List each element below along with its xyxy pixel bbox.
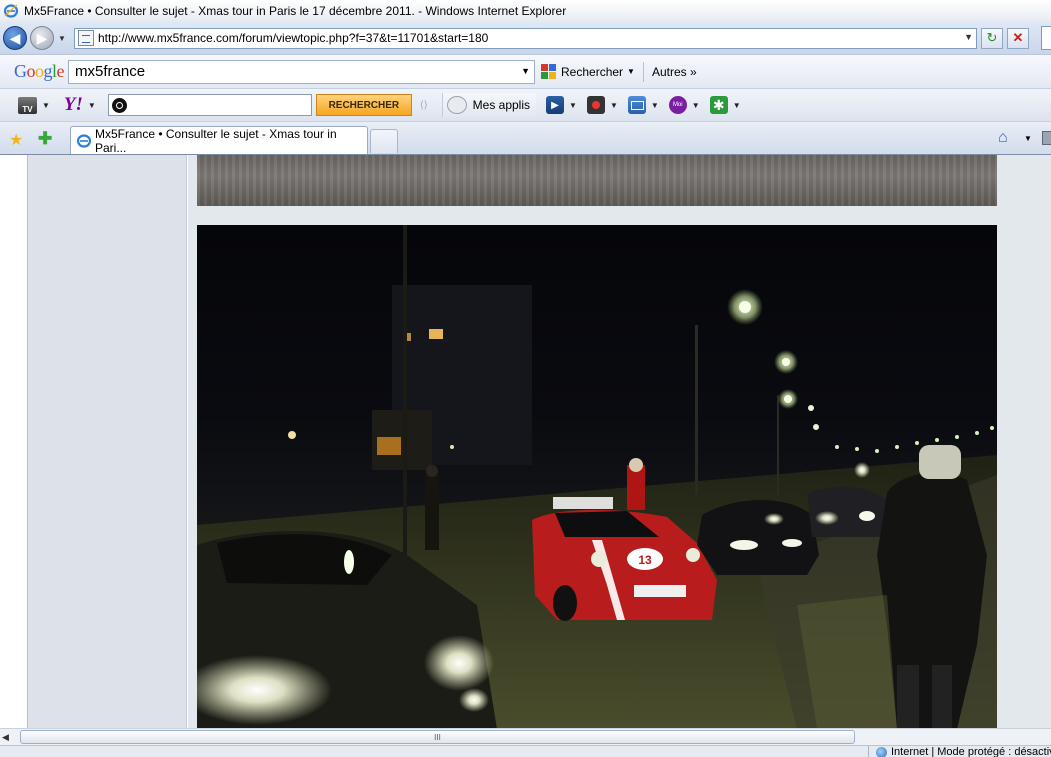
- horizontal-scrollbar[interactable]: ◀ III: [0, 728, 1051, 745]
- page-left-margin: [0, 155, 28, 728]
- address-bar-row: ◀ ▶ ▼ http://www.mx5france.com/forum/vie…: [0, 22, 1051, 54]
- new-tab-button[interactable]: [370, 129, 398, 153]
- toolbar-divider: [642, 61, 644, 82]
- stop-icon[interactable]: ✕: [1007, 27, 1029, 49]
- favorites-star-icon[interactable]: ★: [9, 130, 23, 150]
- google-search-value[interactable]: mx5france: [75, 63, 145, 80]
- yahoo-logo[interactable]: Y!: [64, 94, 83, 116]
- scrollbar-thumb[interactable]: III: [20, 730, 855, 744]
- window-title: Mx5France • Consulter le sujet - Xmas to…: [24, 4, 567, 18]
- print-icon[interactable]: [1042, 131, 1051, 145]
- yahoo-search-input[interactable]: [107, 94, 312, 116]
- status-divider: [868, 746, 869, 757]
- google-search-icon: [541, 63, 557, 80]
- yahoo-toolbar: TV ▼ Y! ▼ RECHERCHER ⟨⟩ Mes applis ▶ ▼ ▼…: [0, 88, 1051, 121]
- scroll-left-icon[interactable]: ◀: [2, 732, 9, 743]
- more-button[interactable]: Autres »: [652, 65, 697, 79]
- chevron-down-icon[interactable]: ▼: [651, 101, 659, 110]
- address-url[interactable]: http://www.mx5france.com/forum/viewtopic…: [98, 31, 488, 45]
- google-search-button[interactable]: Rechercher ▼: [541, 63, 635, 80]
- chevron-down-icon[interactable]: ▼: [42, 101, 50, 110]
- chevron-down-icon[interactable]: ▼: [610, 101, 618, 110]
- globe-icon: [876, 746, 887, 757]
- post-content: 13: [188, 155, 1051, 728]
- record-icon[interactable]: [586, 96, 605, 114]
- google-logo[interactable]: Google: [14, 61, 64, 82]
- chevron-down-icon[interactable]: ▼: [692, 101, 700, 110]
- toolbar-grip-icon[interactable]: ⟨⟩: [420, 100, 428, 111]
- chevron-down-icon[interactable]: ▼: [733, 101, 741, 110]
- security-zone[interactable]: Internet | Mode protégé : désactivé: [876, 746, 1051, 757]
- chevron-down-icon[interactable]: ▼: [1024, 134, 1032, 143]
- history-dropdown-icon[interactable]: ▼: [56, 34, 68, 43]
- chevron-down-icon[interactable]: ▼: [88, 101, 96, 110]
- svg-text:13: 13: [638, 553, 652, 567]
- page-icon: [78, 30, 94, 46]
- widget-icon[interactable]: ✱: [709, 96, 728, 114]
- tv-icon[interactable]: TV: [18, 96, 37, 114]
- address-field[interactable]: http://www.mx5france.com/forum/viewtopic…: [74, 27, 977, 49]
- google-search-button-label: Rechercher: [561, 64, 624, 79]
- post-photo[interactable]: 13: [197, 225, 997, 728]
- tab-active[interactable]: Mx5France • Consulter le sujet - Xmas to…: [70, 126, 368, 155]
- refresh-icon[interactable]: ↻: [981, 27, 1003, 49]
- tab-row: ★ ✚ Mx5France • Consulter le sujet - Xma…: [0, 121, 1051, 155]
- search-icon: [111, 97, 127, 113]
- moi-icon[interactable]: Moi: [668, 96, 687, 114]
- chevron-down-icon: ▼: [627, 67, 635, 76]
- night-street-photo: 13: [197, 225, 997, 728]
- back-arrow-icon[interactable]: ◀: [3, 26, 27, 50]
- apps-button[interactable]: Mes applis: [441, 93, 537, 117]
- previous-photo[interactable]: [197, 155, 997, 206]
- google-toolbar: Google mx5france ▼ Rechercher ▼ Autres »: [0, 54, 1051, 88]
- internet-explorer-icon: [4, 4, 18, 18]
- scrollbar-grip: III: [434, 732, 441, 742]
- window-titlebar: Mx5France • Consulter le sujet - Xmas to…: [0, 0, 1051, 22]
- apps-button-label: Mes applis: [472, 98, 531, 112]
- forward-arrow-icon[interactable]: ▶: [30, 26, 54, 50]
- add-favorite-icon[interactable]: ✚: [38, 129, 52, 149]
- status-bar: Internet | Mode protégé : désactivé: [0, 745, 1051, 757]
- home-icon[interactable]: ⌂: [998, 129, 1008, 147]
- mail-icon[interactable]: [627, 96, 646, 114]
- chevron-down-icon[interactable]: ▼: [569, 101, 577, 110]
- chevron-down-icon[interactable]: ▼: [521, 66, 530, 76]
- live-search-field[interactable]: [1041, 26, 1051, 50]
- play-icon[interactable]: ▶: [546, 96, 565, 114]
- page-viewport[interactable]: 13: [0, 154, 1051, 728]
- internet-explorer-icon: [76, 134, 92, 148]
- yahoo-search-button[interactable]: RECHERCHER: [315, 94, 412, 116]
- post-author-column: [28, 155, 187, 728]
- address-dropdown-icon[interactable]: ▼: [964, 32, 973, 42]
- tab-label: Mx5France • Consulter le sujet - Xmas to…: [95, 127, 337, 155]
- apps-icon: [446, 96, 467, 114]
- security-zone-label: Internet | Mode protégé : désactivé: [891, 746, 1051, 757]
- google-search-input[interactable]: mx5france ▼: [68, 59, 536, 84]
